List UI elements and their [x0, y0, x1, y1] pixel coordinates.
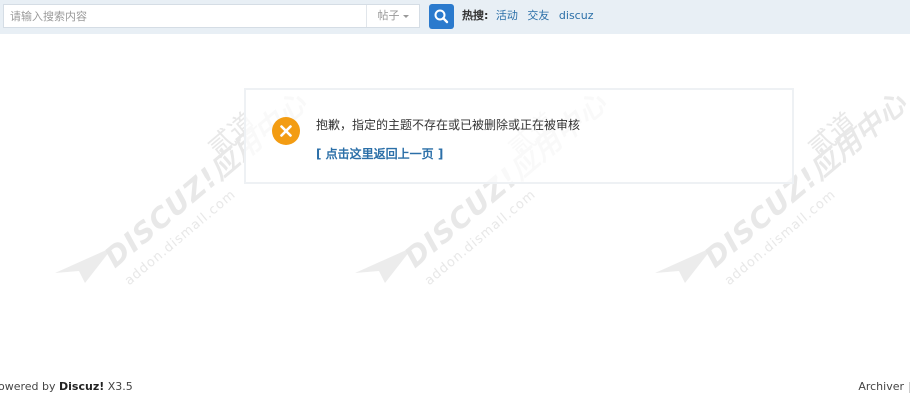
paper-plane-icon [655, 247, 713, 283]
close-icon [280, 125, 292, 137]
archiver-link[interactable]: Archiver [858, 380, 904, 393]
powered-prefix: owered by [0, 380, 60, 393]
search-type-dropdown[interactable]: 帖子 [366, 5, 419, 27]
search-icon [434, 9, 449, 24]
powered-brand-link[interactable]: Discuz! [59, 380, 104, 393]
error-message-text: 抱歉，指定的主题不存在或已被删除或正在被审核 [316, 118, 581, 132]
search-input[interactable] [4, 5, 366, 27]
back-link[interactable]: [ 点击这里返回上一页 ] [316, 145, 443, 162]
search-type-label: 帖子 [377, 9, 400, 22]
hot-search-label: 热搜: [462, 9, 489, 22]
error-message-box: 抱歉，指定的主题不存在或已被删除或正在被审核 [ 点击这里返回上一页 ] [244, 88, 794, 184]
powered-version: X3.5 [104, 380, 133, 393]
hot-search-link-friends[interactable]: 交友 [527, 9, 549, 22]
search-box: 帖子 [3, 4, 420, 28]
paper-plane-icon [355, 247, 413, 283]
caret-down-icon [402, 14, 409, 18]
hot-search-link-discuz[interactable]: discuz [559, 9, 594, 22]
hot-search: 热搜: 活动 交友 discuz [462, 0, 599, 34]
search-button[interactable] [429, 4, 454, 29]
hot-search-link-activity[interactable]: 活动 [496, 9, 518, 22]
watermark-tag: 贰道 [803, 107, 863, 164]
footer-powered-by: owered by Discuz! X3.5 [0, 380, 133, 393]
error-icon [272, 117, 300, 145]
paper-plane-icon [55, 247, 113, 283]
top-search-bar: 帖子 热搜: 活动 交友 discuz [0, 0, 910, 34]
footer-links: Archiver [858, 380, 910, 393]
